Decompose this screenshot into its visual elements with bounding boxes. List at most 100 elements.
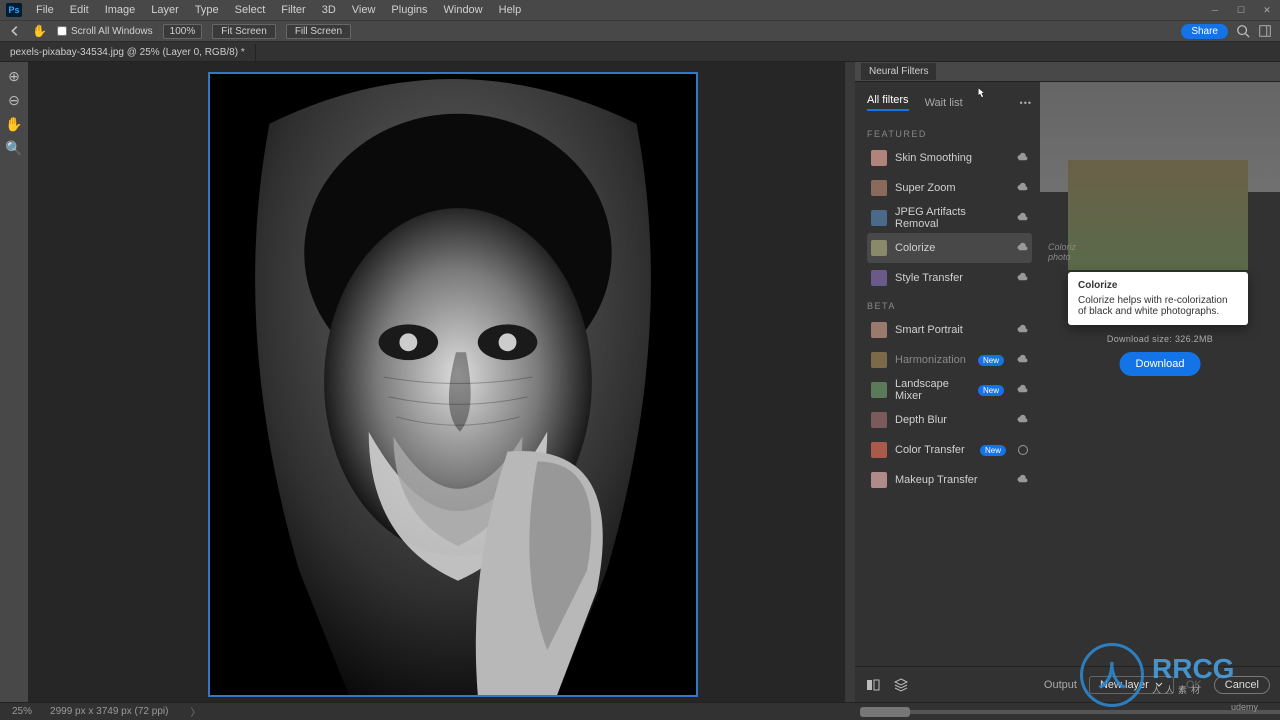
filter-detail-pane: Coloriz photo Colorize Colorize helps wi… [1040,82,1280,666]
cancel-button[interactable]: Cancel [1214,676,1270,694]
canvas-area[interactable] [28,62,855,702]
output-label: Output [1044,679,1077,691]
workspace-icon[interactable] [1258,24,1272,38]
status-bar: 25% 2999 px x 3749 px (72 ppi) 〉 [0,702,1280,720]
tab-wait-list[interactable]: Wait list [925,97,963,109]
cloud-download-icon[interactable] [1016,414,1028,426]
neural-filters-panel: Neural Filters All filters Wait list •••… [855,62,1280,702]
search-icon[interactable] [1236,24,1250,38]
cloud-download-icon[interactable] [1016,272,1028,284]
menu-view[interactable]: View [344,4,384,16]
horizontal-scrollbar[interactable] [860,710,1280,714]
menubar: Ps File Edit Image Layer Type Select Fil… [0,0,1280,20]
filter-label: Harmonization [895,354,970,366]
filter-label: Style Transfer [895,272,1008,284]
toggle-icon[interactable] [1018,445,1028,455]
new-badge: New [980,445,1006,456]
menu-window[interactable]: Window [436,4,491,16]
output-select[interactable]: New layer [1089,676,1174,694]
menu-layer[interactable]: Layer [143,4,187,16]
download-button[interactable]: Download [1120,352,1201,376]
document-tab[interactable]: pexels-pixabay-34534.jpg @ 25% (Layer 0,… [0,44,256,61]
colorize-tooltip: Colorize Colorize helps with re-coloriza… [1068,272,1248,325]
compare-icon[interactable] [865,677,881,693]
zoom-level-input[interactable]: 100% [163,24,203,39]
filter-style-transfer[interactable]: Style Transfer [867,263,1032,293]
document-canvas[interactable] [208,72,698,697]
filter-label: Color Transfer [895,444,972,456]
ok-button[interactable]: OK [1186,679,1202,691]
panel-title: Neural Filters [861,63,936,80]
filter-depth-blur[interactable]: Depth Blur [867,405,1032,435]
more-icon[interactable]: ••• [1020,98,1032,108]
filter-thumb [871,180,887,196]
filter-label: Colorize [895,242,1008,254]
zoom-out-tool[interactable]: ⊖ [5,91,23,109]
filter-thumb [871,270,887,286]
tab-all-filters[interactable]: All filters [867,94,909,111]
close-button[interactable]: ✕ [1254,0,1280,20]
scroll-all-label: Scroll All Windows [71,26,153,37]
filter-thumb [871,382,887,398]
filter-harmonization[interactable]: Harmonization New [867,345,1032,375]
section-featured: FEATURED [867,121,1032,143]
cloud-download-icon[interactable] [1016,182,1028,194]
filter-super-zoom[interactable]: Super Zoom [867,173,1032,203]
maximize-button[interactable]: ☐ [1228,0,1254,20]
portrait-image [210,74,696,695]
menu-help[interactable]: Help [491,4,530,16]
filter-thumb [871,150,887,166]
menu-image[interactable]: Image [97,4,144,16]
menu-select[interactable]: Select [227,4,274,16]
layers-icon[interactable] [893,677,909,693]
document-tab-bar: pexels-pixabay-34534.jpg @ 25% (Layer 0,… [0,42,1280,62]
cloud-download-icon[interactable] [1016,474,1028,486]
menu-edit[interactable]: Edit [62,4,97,16]
filter-thumb [871,352,887,368]
filter-color-transfer[interactable]: Color Transfer New [867,435,1032,465]
filter-thumb [871,240,887,256]
filter-label: Skin Smoothing [895,152,1008,164]
filter-label: Super Zoom [895,182,1008,194]
fit-screen-button[interactable]: Fit Screen [212,24,276,39]
filter-makeup-transfer[interactable]: Makeup Transfer [867,465,1032,495]
share-button[interactable]: Share [1181,24,1228,39]
section-beta: BETA [867,293,1032,315]
options-bar: ✋ Scroll All Windows 100% Fit Screen Fil… [0,20,1280,42]
filter-landscape-mixer[interactable]: Landscape Mixer New [867,375,1032,405]
menu-filter[interactable]: Filter [273,4,313,16]
filter-skin-smoothing[interactable]: Skin Smoothing [867,143,1032,173]
preview-hint-text: Coloriz photo [1048,242,1078,262]
cloud-download-icon[interactable] [1016,324,1028,336]
menu-type[interactable]: Type [187,4,227,16]
scroll-all-checkbox[interactable]: Scroll All Windows [57,26,153,37]
cloud-download-icon[interactable] [1016,212,1028,224]
filter-label: Depth Blur [895,414,1008,426]
zoom-in-tool[interactable]: ⊕ [5,67,23,85]
cloud-download-icon[interactable] [1016,354,1028,366]
filter-jpeg-artifacts[interactable]: JPEG Artifacts Removal [867,203,1032,233]
panel-header: Neural Filters [855,62,1280,82]
filter-colorize[interactable]: Colorize [867,233,1032,263]
new-badge: New [978,355,1004,366]
filter-label: JPEG Artifacts Removal [895,206,1008,230]
fill-screen-button[interactable]: Fill Screen [286,24,351,39]
menu-plugins[interactable]: Plugins [383,4,435,16]
status-zoom[interactable]: 25% [12,706,32,717]
menu-3d[interactable]: 3D [314,4,344,16]
menu-file[interactable]: File [28,4,62,16]
back-icon[interactable] [8,24,22,38]
cloud-download-icon[interactable] [1016,242,1028,254]
filter-smart-portrait[interactable]: Smart Portrait [867,315,1032,345]
hand-tool[interactable]: ✋ [5,115,23,133]
filter-thumb [871,210,887,226]
filter-list: All filters Wait list ••• FEATURED Skin … [855,82,1040,666]
cloud-download-icon[interactable] [1016,152,1028,164]
window-controls: ─ ☐ ✕ [1202,0,1280,20]
cloud-download-icon[interactable] [1016,384,1028,396]
minimize-button[interactable]: ─ [1202,0,1228,20]
ps-logo: Ps [6,3,22,17]
zoom-tool[interactable]: 🔍 [5,139,23,157]
vertical-scrollbar[interactable] [845,62,855,702]
hand-tool-icon[interactable]: ✋ [32,24,47,38]
